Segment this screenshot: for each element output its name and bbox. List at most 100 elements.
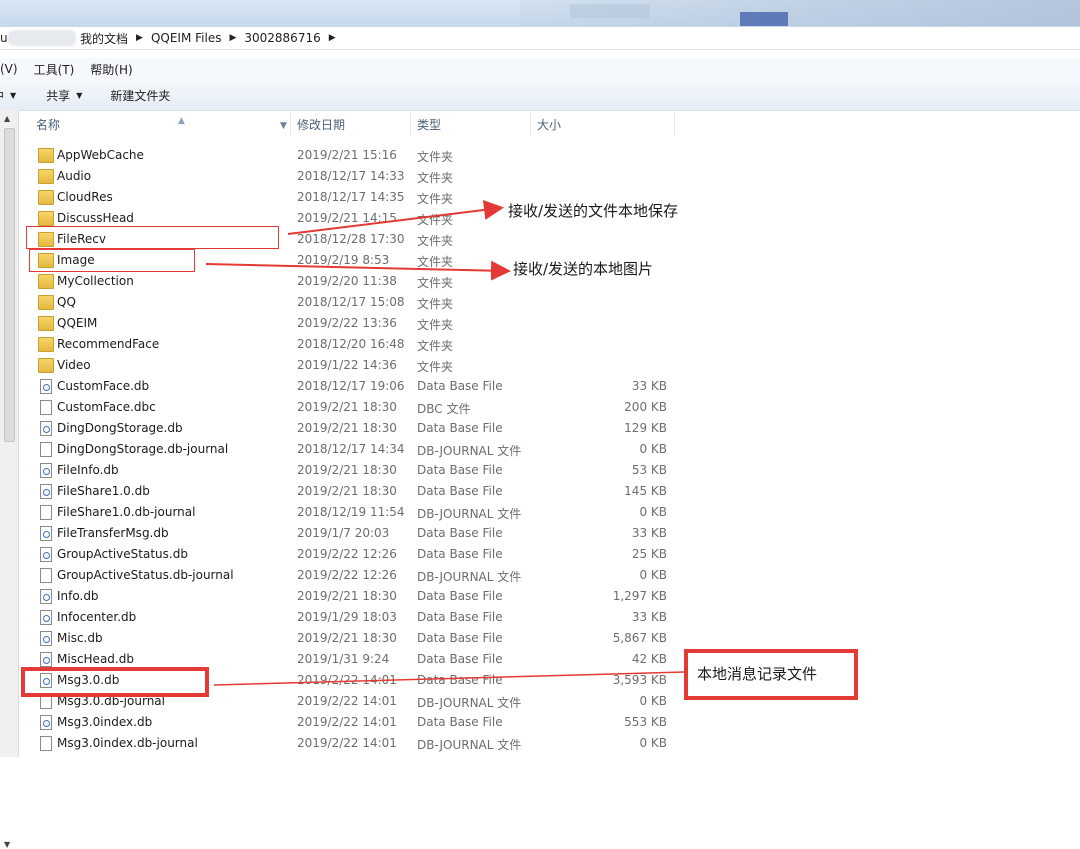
file-row[interactable]: Audio 2018/12/17 14:33 文件夹: [0, 166, 1080, 187]
file-row[interactable]: DingDongStorage.db 2019/2/21 18:30 Data Ba…: [0, 418, 1080, 439]
file-modified-date: 2019/2/22 14:01: [297, 673, 397, 687]
highlight-box-msg-db: [21, 667, 209, 697]
file-size: 145 KB: [624, 484, 667, 498]
file-type: 文件夹: [417, 360, 454, 374]
column-header-size[interactable]: 大小: [530, 112, 675, 136]
column-date-label: 修改日期: [297, 118, 346, 132]
share-button[interactable]: 共享 ▼: [46, 87, 82, 104]
file-modified-date: 2019/2/21 18:30: [297, 484, 397, 498]
database-file-icon: [40, 379, 52, 394]
file-name: FileShare1.0.db: [57, 484, 150, 498]
file-row[interactable]: QQEIM 2019/2/22 13:36 文件夹: [0, 313, 1080, 334]
file-type: 文件夹: [417, 297, 454, 311]
file-row[interactable]: QQ 2018/12/17 15:08 文件夹: [0, 292, 1080, 313]
file-name: QQEIM: [57, 316, 98, 330]
file-row[interactable]: FileShare1.0.db-journal 2018/12/19 11:54 D…: [0, 502, 1080, 523]
file-modified-date: 2019/1/31 9:24: [297, 652, 390, 666]
file-row[interactable]: Msg3.0index.db 2019/2/22 14:01 Data Base F…: [0, 712, 1080, 733]
column-header-row: 名称 ▲ ▼ 修改日期 类型 大小: [22, 112, 1080, 136]
file-type: 文件夹: [417, 192, 454, 206]
menu-help[interactable]: 帮助(H): [90, 61, 132, 78]
file-row[interactable]: CustomFace.dbc 2019/2/21 18:30 DBC 文件 200 K…: [0, 397, 1080, 418]
file-name: GroupActiveStatus.db-journal: [57, 568, 234, 582]
scroll-down-icon[interactable]: ▼: [4, 840, 10, 849]
file-row[interactable]: GroupActiveStatus.db-journal 2019/2/22 12…: [0, 565, 1080, 586]
file-row[interactable]: FileTransferMsg.db 2019/1/7 20:03 Data Bas…: [0, 523, 1080, 544]
file-size: 553 KB: [624, 715, 667, 729]
database-file-icon: [40, 484, 52, 499]
toolbar-include-button[interactable]: 中 ▼: [0, 87, 16, 104]
file-row[interactable]: FileInfo.db 2019/2/21 18:30 Data Base File…: [0, 460, 1080, 481]
file-row[interactable]: Msg3.0index.db-journal 2019/2/22 14:01 DB-…: [0, 733, 1080, 754]
file-modified-date: 2018/12/28 17:30: [297, 232, 405, 246]
file-row[interactable]: Info.db 2019/2/21 18:30 Data Base File 1,29…: [0, 586, 1080, 607]
file-name: AppWebCache: [57, 148, 144, 162]
file-modified-date: 2019/2/21 18:30: [297, 400, 397, 414]
file-type: 文件夹: [417, 171, 454, 185]
file-name: CustomFace.dbc: [57, 400, 156, 414]
chevron-right-icon[interactable]: ▶: [136, 33, 143, 43]
sort-ascending-icon: ▲: [178, 116, 185, 126]
folder-icon: [38, 295, 54, 310]
file-size: 0 KB: [639, 568, 667, 582]
file-name: Audio: [57, 169, 92, 183]
annotation-image-text: 接收/发送的本地图片: [513, 260, 654, 278]
column-header-name[interactable]: 名称 ▲ ▼: [22, 112, 291, 136]
new-folder-button[interactable]: 新建文件夹: [110, 87, 170, 104]
breadcrumb: 我的文档 ▶ QQEIM Files ▶ 3002886716 ▶: [80, 30, 336, 46]
file-modified-date: 2019/2/21 18:30: [297, 421, 397, 435]
scroll-up-icon[interactable]: ▲: [4, 114, 10, 123]
blurred-region: [740, 12, 788, 26]
chevron-right-icon[interactable]: ▶: [229, 33, 236, 43]
menu-tools[interactable]: 工具(T): [34, 61, 75, 78]
file-name: Misc.db: [57, 631, 103, 645]
file-modified-date: 2019/1/22 14:36: [297, 358, 397, 372]
blank-file-icon: [40, 568, 52, 583]
database-file-icon: [40, 715, 52, 730]
folder-icon: [38, 337, 54, 352]
file-row[interactable]: GroupActiveStatus.db 2019/2/22 12:26 Data …: [0, 544, 1080, 565]
address-bar[interactable]: u 我的文档 ▶ QQEIM Files ▶ 3002886716 ▶: [0, 26, 1080, 50]
annotation-msg-text: 本地消息记录文件: [697, 665, 818, 683]
file-row[interactable]: CustomFace.db 2018/12/17 19:06 Data Base F…: [0, 376, 1080, 397]
menu-view[interactable]: (V): [0, 62, 18, 76]
file-modified-date: 2019/2/22 14:01: [297, 715, 397, 729]
file-modified-date: 2019/2/21 18:30: [297, 589, 397, 603]
chevron-right-icon[interactable]: ▶: [329, 33, 336, 43]
file-type: 文件夹: [417, 339, 454, 353]
file-modified-date: 2019/2/22 14:01: [297, 694, 397, 708]
file-row[interactable]: RecommendFace 2018/12/20 16:48 文件夹: [0, 334, 1080, 355]
breadcrumb-item-account[interactable]: 3002886716: [244, 31, 320, 45]
file-modified-date: 2018/12/17 19:06: [297, 379, 405, 393]
file-modified-date: 2019/2/21 18:30: [297, 463, 397, 477]
file-type: Data Base File: [417, 484, 503, 498]
file-row[interactable]: DingDongStorage.db-journal 2018/12/17 14:…: [0, 439, 1080, 460]
file-row[interactable]: Video 2019/1/22 14:36 文件夹: [0, 355, 1080, 376]
file-size: 1,297 KB: [612, 589, 667, 603]
file-type: 文件夹: [417, 150, 454, 164]
file-size: 0 KB: [639, 505, 667, 519]
window-title-bar: [0, 0, 1080, 26]
column-header-date[interactable]: 修改日期: [290, 112, 411, 136]
database-file-icon: [40, 526, 52, 541]
annotation-filerecv-text: 接收/发送的文件本地保存: [508, 202, 679, 220]
breadcrumb-item-qqeim-files[interactable]: QQEIM Files: [151, 31, 222, 45]
chevron-down-icon[interactable]: ▼: [280, 113, 287, 139]
folder-icon: [38, 148, 54, 163]
file-type: Data Base File: [417, 463, 503, 477]
file-type: Data Base File: [417, 631, 503, 645]
file-modified-date: 2018/12/17 14:35: [297, 190, 405, 204]
file-row[interactable]: AppWebCache 2019/2/21 15:16 文件夹: [0, 145, 1080, 166]
file-type: DB-JOURNAL 文件: [417, 507, 522, 521]
file-name: Infocenter.db: [57, 610, 137, 624]
column-header-type[interactable]: 类型: [410, 112, 531, 136]
file-name: GroupActiveStatus.db: [57, 547, 188, 561]
breadcrumb-item-documents[interactable]: 我的文档: [80, 30, 128, 47]
file-row[interactable]: FileShare1.0.db 2019/2/21 18:30 Data Base …: [0, 481, 1080, 502]
file-type: 文件夹: [417, 234, 454, 248]
file-type: DB-JOURNAL 文件: [417, 738, 522, 752]
file-row[interactable]: Misc.db 2019/2/21 18:30 Data Base File 5,86…: [0, 628, 1080, 649]
file-size: 33 KB: [631, 379, 667, 393]
file-type: 文件夹: [417, 213, 454, 227]
file-row[interactable]: Infocenter.db 2019/1/29 18:03 Data Base Fi…: [0, 607, 1080, 628]
